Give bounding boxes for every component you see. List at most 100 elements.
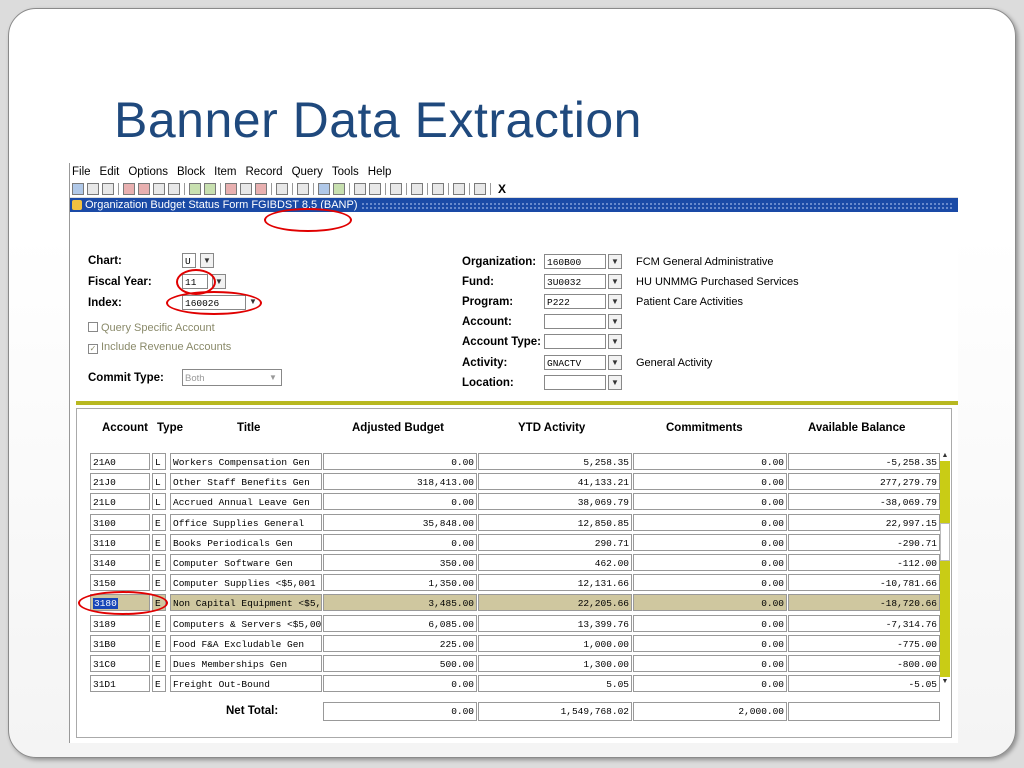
attachment-icon[interactable] [390, 183, 402, 195]
available-balance-cell[interactable]: -18,720.66 [788, 594, 940, 612]
title-cell[interactable]: Office Supplies General [170, 513, 322, 531]
account-cell[interactable]: 31D1 [90, 675, 150, 693]
available-balance-cell[interactable]: -5,258.35 [788, 453, 940, 470]
exit-icon[interactable]: X [498, 182, 506, 196]
menu-item[interactable]: Item [214, 166, 236, 178]
next-block-icon[interactable] [204, 183, 216, 195]
search-icon[interactable] [318, 183, 330, 195]
title-cell[interactable]: Other Staff Benefits Gen [170, 473, 322, 491]
title-cell[interactable]: Dues Memberships Gen [170, 655, 322, 672]
adjusted-budget-cell[interactable]: 225.00 [323, 634, 477, 652]
previous-record-icon[interactable] [354, 183, 366, 195]
type-cell[interactable]: E [152, 655, 166, 672]
available-balance-cell[interactable]: -38,069.79 [788, 493, 940, 511]
scroll-down-icon[interactable]: ▼ [940, 677, 950, 687]
menu-help[interactable]: Help [368, 166, 392, 178]
available-balance-cell[interactable]: -10,781.66 [788, 574, 940, 592]
adjusted-budget-cell[interactable]: 35,848.00 [323, 513, 477, 531]
location-input[interactable] [544, 375, 606, 390]
available-balance-cell[interactable]: -775.00 [788, 634, 940, 652]
adjusted-budget-cell[interactable]: 3,485.00 [323, 594, 477, 612]
export-icon[interactable] [276, 183, 288, 195]
account-cell[interactable]: 3189 [90, 614, 150, 632]
title-cell[interactable]: Accrued Annual Leave Gen [170, 493, 322, 511]
available-balance-cell[interactable]: -5.05 [788, 675, 940, 693]
title-cell[interactable]: Books Periodicals Gen [170, 533, 322, 551]
menu-block[interactable]: Block [177, 166, 205, 178]
account-cell[interactable]: 3110 [90, 533, 150, 551]
chart-dropdown-icon[interactable]: ▼ [200, 253, 214, 268]
lock-record-icon[interactable] [153, 183, 165, 195]
account-cell[interactable]: 21A0 [90, 453, 150, 470]
hint-icon[interactable] [474, 183, 486, 195]
type-cell[interactable]: E [152, 675, 166, 693]
account-cell[interactable]: 3150 [90, 574, 150, 592]
commit-type-dropdown-icon[interactable]: ▼ [266, 371, 280, 386]
ytd-activity-cell[interactable]: 12,850.85 [478, 513, 632, 531]
cancel-query-icon[interactable] [255, 183, 267, 195]
commitments-cell[interactable]: 0.00 [633, 655, 787, 672]
adjusted-budget-cell[interactable]: 0.00 [323, 675, 477, 693]
chart-input[interactable]: U [182, 253, 196, 268]
ytd-activity-cell[interactable]: 12,131.66 [478, 574, 632, 592]
save-icon[interactable] [72, 183, 84, 195]
clear-record-icon[interactable] [168, 183, 180, 195]
commitments-cell[interactable]: 0.00 [633, 574, 787, 592]
commitments-cell[interactable]: 0.00 [633, 513, 787, 531]
ytd-activity-cell[interactable]: 290.71 [478, 533, 632, 551]
previous-block-icon[interactable] [189, 183, 201, 195]
available-balance-cell[interactable]: -7,314.76 [788, 614, 940, 632]
account-cell[interactable]: 31B0 [90, 634, 150, 652]
next-record-icon[interactable] [369, 183, 381, 195]
account-cell[interactable]: 21L0 [90, 493, 150, 511]
select-icon[interactable] [102, 183, 114, 195]
account-cell[interactable]: 3100 [90, 513, 150, 531]
program-dropdown-icon[interactable]: ▼ [608, 294, 622, 309]
adjusted-budget-cell[interactable]: 500.00 [323, 655, 477, 672]
activity-input[interactable]: GNACTV [544, 355, 606, 370]
adjusted-budget-cell[interactable]: 0.00 [323, 493, 477, 511]
print-icon[interactable] [297, 183, 309, 195]
commitments-cell[interactable]: 0.00 [633, 614, 787, 632]
location-dropdown-icon[interactable]: ▼ [608, 375, 622, 390]
account-cell[interactable]: 31C0 [90, 655, 150, 672]
title-cell[interactable]: Freight Out-Bound [170, 675, 322, 693]
title-cell[interactable]: Computers & Servers <$5,001 [170, 614, 322, 632]
menu-file[interactable]: File [72, 166, 91, 178]
type-cell[interactable]: E [152, 614, 166, 632]
type-cell[interactable]: E [152, 513, 166, 531]
account-cell[interactable]: 21J0 [90, 473, 150, 491]
menu-query[interactable]: Query [292, 166, 323, 178]
ytd-activity-cell[interactable]: 22,205.66 [478, 594, 632, 612]
type-cell[interactable]: E [152, 554, 166, 571]
account-dropdown-icon[interactable]: ▼ [608, 314, 622, 329]
available-balance-cell[interactable]: 22,997.15 [788, 513, 940, 531]
ytd-activity-cell[interactable]: 13,399.76 [478, 614, 632, 632]
adjusted-budget-cell[interactable]: 0.00 [323, 533, 477, 551]
ytd-activity-cell[interactable]: 1,000.00 [478, 634, 632, 652]
type-cell[interactable]: E [152, 533, 166, 551]
rollback-icon[interactable] [87, 183, 99, 195]
title-cell[interactable]: Workers Compensation Gen [170, 453, 322, 470]
program-input[interactable]: P222 [544, 294, 606, 309]
account-input[interactable] [544, 314, 606, 329]
adjusted-budget-cell[interactable]: 1,350.00 [323, 574, 477, 592]
menu-record[interactable]: Record [246, 166, 283, 178]
window-icon[interactable] [432, 183, 444, 195]
commitments-cell[interactable]: 0.00 [633, 594, 787, 612]
remove-record-icon[interactable] [138, 183, 150, 195]
available-balance-cell[interactable]: -112.00 [788, 554, 940, 571]
account-type-input[interactable] [544, 334, 606, 349]
scrollbar-thumb[interactable] [940, 523, 950, 561]
adjusted-budget-cell[interactable]: 6,085.00 [323, 614, 477, 632]
menu-edit[interactable]: Edit [100, 166, 120, 178]
account-cell[interactable]: 3140 [90, 554, 150, 571]
type-cell[interactable]: L [152, 473, 166, 491]
commitments-cell[interactable]: 0.00 [633, 675, 787, 693]
type-cell[interactable]: L [152, 453, 166, 470]
organization-dropdown-icon[interactable]: ▼ [608, 254, 622, 269]
commitments-cell[interactable]: 0.00 [633, 554, 787, 571]
enter-query-icon[interactable] [225, 183, 237, 195]
title-cell[interactable]: Food F&A Excludable Gen [170, 634, 322, 652]
ytd-activity-cell[interactable]: 5.05 [478, 675, 632, 693]
